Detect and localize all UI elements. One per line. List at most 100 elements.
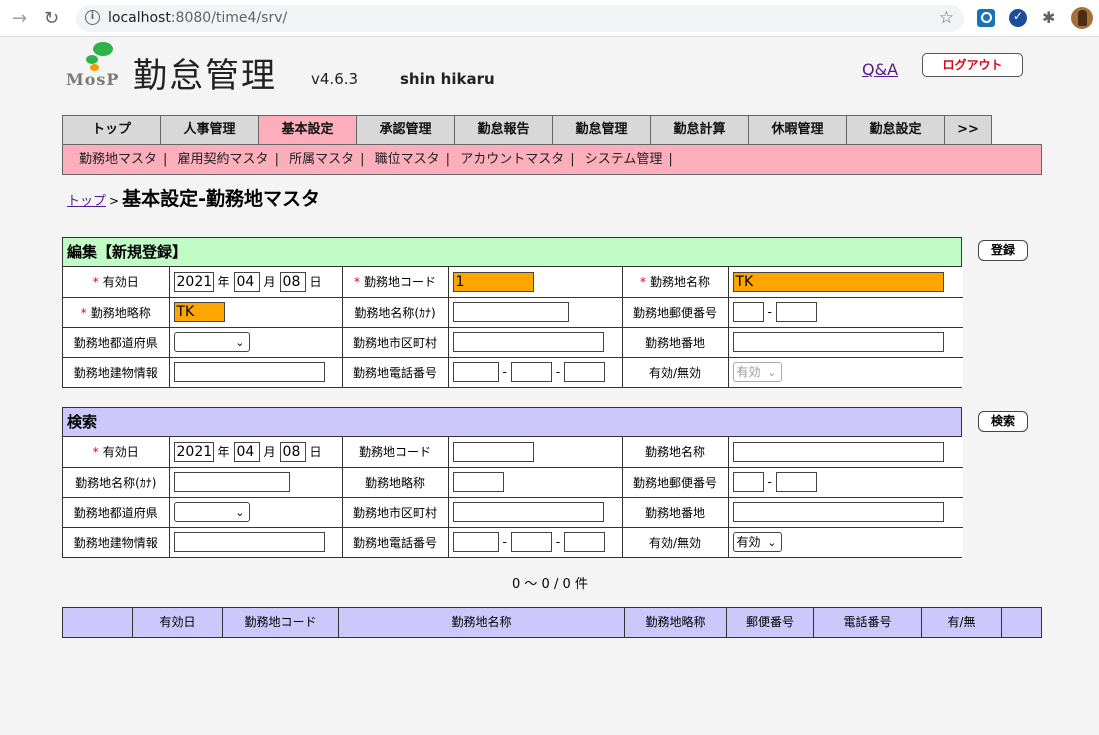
postal1-input[interactable]: [732, 302, 764, 322]
search-name-input[interactable]: [732, 441, 944, 462]
name-input[interactable]: TK: [732, 271, 944, 292]
submenu-item-position[interactable]: 職位マスタ: [375, 152, 440, 167]
label-abbr: * 勤務地略称: [63, 296, 170, 328]
phone1-input[interactable]: [452, 362, 499, 383]
effective-day-input[interactable]: 08: [279, 271, 306, 292]
breadcrumb: トップ > 基本設定-勤務地マスタ: [67, 188, 320, 210]
page-title: 基本設定-勤務地マスタ: [122, 188, 320, 210]
label-city: 勤務地市区町村: [341, 326, 449, 358]
search-label-effective-date: * 有効日: [63, 437, 170, 468]
search-month-input[interactable]: 04: [233, 441, 260, 462]
tab-hr[interactable]: 人事管理: [160, 115, 258, 145]
column-header-phone[interactable]: 電話番号: [814, 608, 922, 637]
tab-top[interactable]: トップ: [62, 115, 160, 145]
tab-attendance-calc[interactable]: 勤怠計算: [650, 115, 748, 145]
submenu-item-system[interactable]: システム管理: [585, 152, 663, 167]
column-header-postal[interactable]: 郵便番号: [727, 608, 814, 637]
back-arrow-icon[interactable]: →: [12, 8, 27, 29]
tab-approval[interactable]: 承認管理: [356, 115, 454, 145]
tab-attendance-report[interactable]: 勤怠報告: [454, 115, 552, 145]
search-phone1-input[interactable]: [452, 532, 499, 553]
abbr-input[interactable]: TK: [173, 302, 225, 322]
label-prefecture: 勤務地都道府県: [63, 326, 170, 358]
column-header-abbr[interactable]: 勤務地略称: [625, 608, 727, 637]
bookmark-star-icon[interactable]: ☆: [939, 8, 954, 28]
search-extension-icon[interactable]: [977, 9, 995, 27]
column-header-active[interactable]: 有/無: [922, 608, 1002, 637]
column-header-blank: [1002, 608, 1041, 637]
address-input[interactable]: [732, 332, 944, 352]
search-abbr-input[interactable]: [452, 472, 504, 492]
mosp-logo: MosP: [66, 42, 118, 92]
label-postal: 勤務地郵便番号: [621, 296, 729, 328]
tab-more[interactable]: >>: [944, 115, 992, 145]
search-panel: 検索 * 有効日 2021 年 04 月 08 日 勤務地コード 勤務地名称 勤務地名称(ｶ…: [62, 407, 963, 558]
tab-attendance-settings[interactable]: 勤怠設定: [846, 115, 944, 145]
column-header-name[interactable]: 勤務地名称: [339, 608, 625, 637]
code-input[interactable]: 1: [452, 271, 534, 292]
tab-attendance-management[interactable]: 勤怠管理: [552, 115, 650, 145]
address-bar[interactable]: i localhost:8080/time4/srv/ ☆: [76, 5, 964, 32]
postal2-input[interactable]: [775, 302, 817, 322]
label-name-kana: 勤務地名称(ｶﾅ): [341, 296, 449, 328]
submenu-item-worksite[interactable]: 勤務地マスタ: [79, 152, 157, 167]
logout-button[interactable]: ログアウト: [922, 53, 1023, 77]
label-building: 勤務地建物情報: [63, 356, 170, 387]
submenu-item-contract[interactable]: 雇用契約マスタ: [178, 152, 269, 167]
check-extension-icon[interactable]: [1009, 9, 1027, 27]
label-active: 有効/無効: [621, 356, 729, 387]
search-label-postal: 勤務地郵便番号: [621, 466, 729, 498]
name-kana-input[interactable]: [452, 302, 569, 322]
search-building-input[interactable]: [173, 532, 325, 553]
search-code-input[interactable]: [452, 441, 534, 462]
search-button[interactable]: 検索: [978, 411, 1028, 432]
info-icon[interactable]: i: [85, 10, 100, 25]
chevron-down-icon: ⌄: [235, 336, 245, 349]
submenu-item-account[interactable]: アカウントマスタ: [460, 152, 564, 167]
result-count: 0 ～ 0 / 0 件: [512, 577, 588, 592]
search-phone3-input[interactable]: [564, 532, 606, 553]
phone3-input[interactable]: [564, 362, 606, 383]
search-day-input[interactable]: 08: [279, 441, 306, 462]
breadcrumb-top-link[interactable]: トップ: [67, 194, 106, 209]
label-effective-date: * 有効日: [63, 267, 170, 298]
search-label-prefecture: 勤務地都道府県: [63, 496, 170, 528]
search-label-city: 勤務地市区町村: [341, 496, 449, 528]
effective-year-input[interactable]: 2021: [173, 271, 214, 292]
building-input[interactable]: [173, 362, 325, 383]
label-code: * 勤務地コード: [341, 267, 449, 298]
qa-link[interactable]: Q&A: [862, 60, 898, 79]
prefecture-select[interactable]: ⌄: [173, 332, 250, 352]
search-postal2-input[interactable]: [775, 472, 817, 492]
column-header-effective-date[interactable]: 有効日: [133, 608, 223, 637]
tab-basic-settings[interactable]: 基本設定: [258, 115, 356, 145]
tab-leave[interactable]: 休暇管理: [748, 115, 846, 145]
effective-month-input[interactable]: 04: [233, 271, 260, 292]
active-select-disabled: 有効 ⌄: [732, 362, 782, 383]
search-label-phone: 勤務地電話番号: [341, 526, 449, 557]
search-city-input[interactable]: [452, 502, 604, 522]
search-label-code: 勤務地コード: [341, 437, 449, 468]
search-address-input[interactable]: [732, 502, 944, 522]
search-prefecture-select[interactable]: ⌄: [173, 502, 250, 522]
column-header-code[interactable]: 勤務地コード: [223, 608, 339, 637]
submenu-item-section[interactable]: 所属マスタ: [289, 152, 354, 167]
search-year-input[interactable]: 2021: [173, 441, 214, 462]
search-label-active: 有効/無効: [621, 526, 729, 557]
search-postal1-input[interactable]: [732, 472, 764, 492]
city-input[interactable]: [452, 332, 604, 352]
reload-icon[interactable]: ↻: [44, 8, 59, 29]
label-name: * 勤務地名称: [621, 267, 729, 298]
search-active-select[interactable]: 有効 ⌄: [732, 532, 782, 553]
search-name-kana-input[interactable]: [173, 472, 290, 492]
profile-avatar[interactable]: [1071, 7, 1093, 29]
register-button[interactable]: 登録: [978, 240, 1028, 261]
search-label-address: 勤務地番地: [621, 496, 729, 528]
search-phone2-input[interactable]: [510, 532, 552, 553]
phone2-input[interactable]: [510, 362, 552, 383]
browser-toolbar: → ↻ i localhost:8080/time4/srv/ ☆ ✱: [0, 0, 1099, 37]
main-tabs: トップ 人事管理 基本設定 承認管理 勤怠報告 勤怠管理 勤怠計算 休暇管理 勤…: [62, 115, 992, 145]
edit-panel-title: 編集【新規登録】: [63, 238, 961, 267]
chevron-down-icon: ⌄: [767, 366, 777, 380]
puzzle-extensions-icon[interactable]: ✱: [1042, 8, 1060, 27]
